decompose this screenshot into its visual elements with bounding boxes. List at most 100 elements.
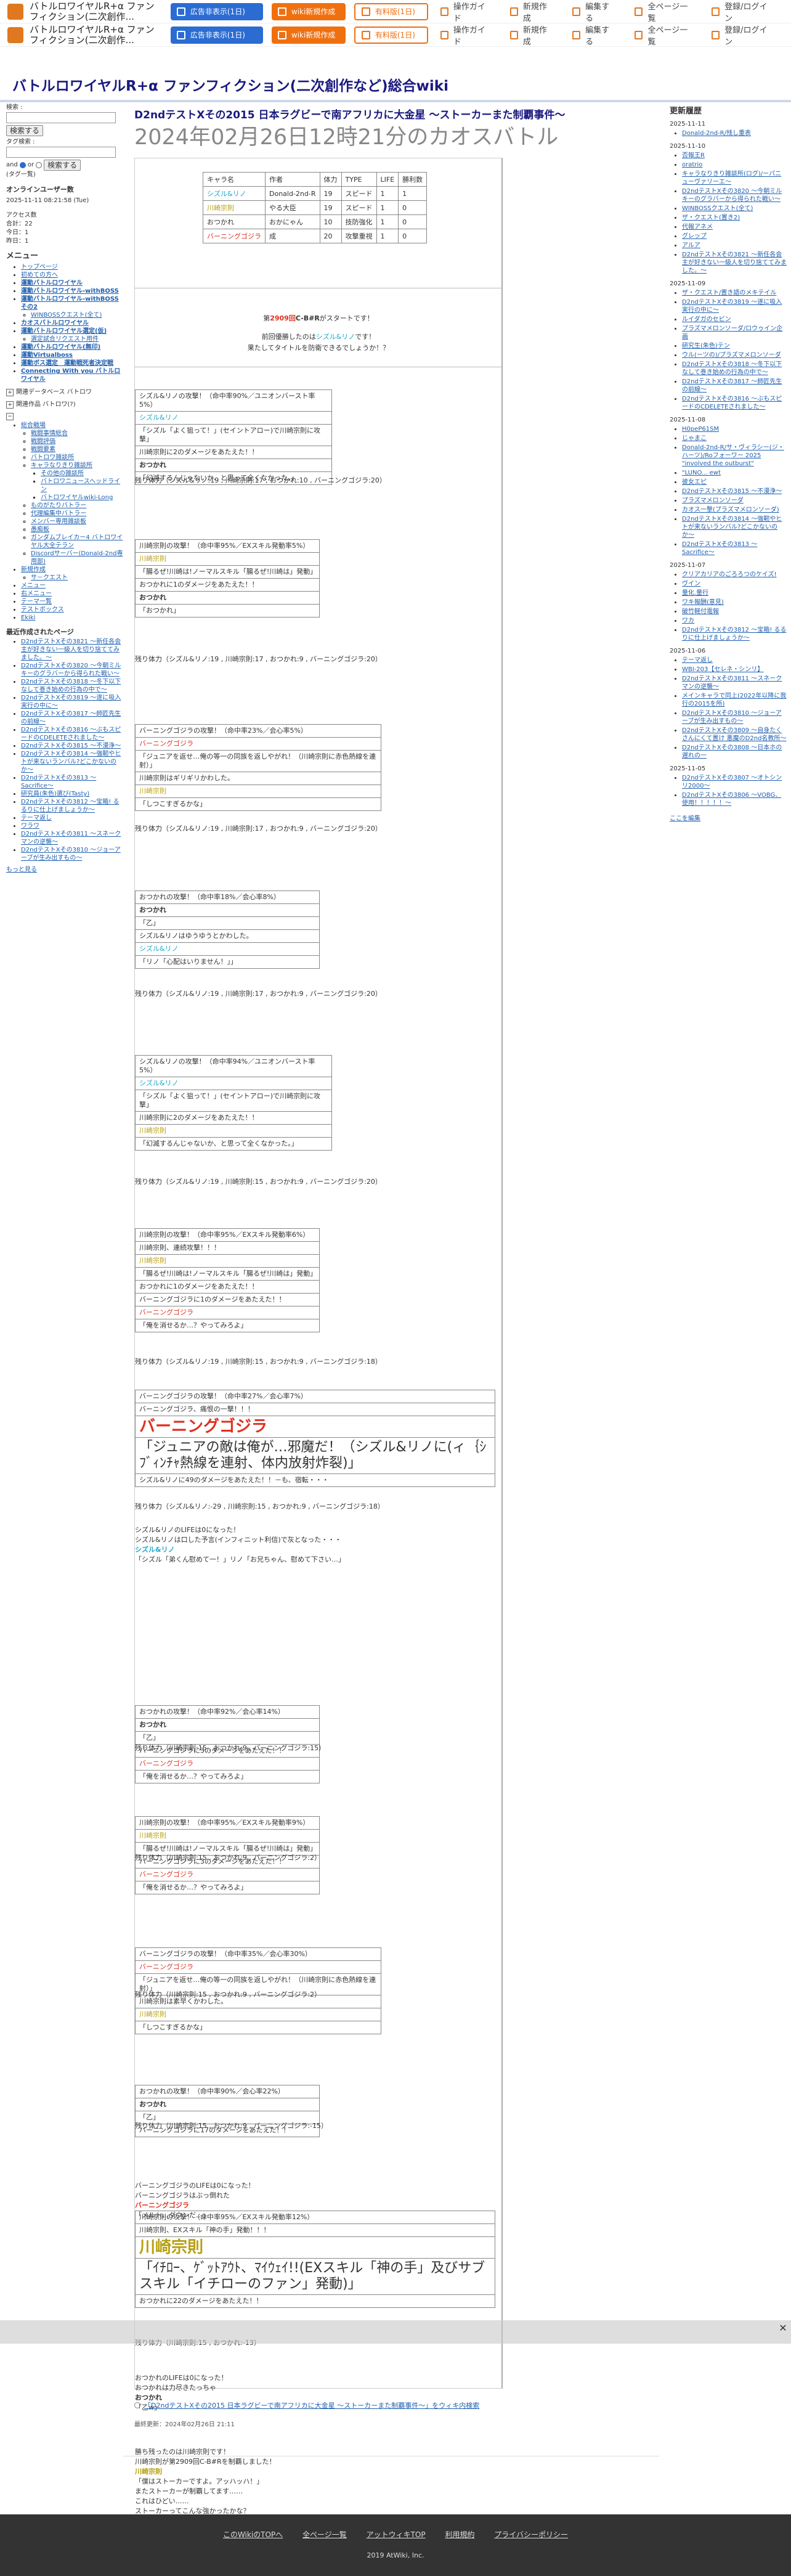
all-pages-link[interactable]: 全ページ一覧 xyxy=(635,23,691,47)
recent-item[interactable]: D2ndテストXその3815 〜不漫浄〜 xyxy=(21,742,123,750)
footer-link[interactable]: このWikiのTOPへ xyxy=(223,2530,283,2539)
guide-link[interactable]: 操作ガイド xyxy=(440,0,489,23)
recent-item[interactable]: D2ndテストXその3821 〜新任各会主が好きない一級人を切り捨ててみました。… xyxy=(21,638,123,662)
menu-item[interactable]: 運動Virtualboss xyxy=(21,351,123,359)
history-item[interactable]: D2ndテストXその3819 〜遂に吸入実行の中に〜 xyxy=(682,298,787,314)
tree-toggle[interactable]: − xyxy=(6,413,123,420)
history-item[interactable]: D2ndテストXその3815 〜不漫浄〜 xyxy=(682,487,787,495)
menu-item[interactable]: 運動ボス選定 運動戦死者決定戦 xyxy=(21,359,123,367)
works-select[interactable]: + 関連作品 バトロワ(?) xyxy=(6,401,123,409)
login-link[interactable]: 登録/ログイン xyxy=(712,0,770,23)
recent-item[interactable]: D2ndテストXその3817 〜師匠先生の前線〜 xyxy=(21,710,123,726)
history-item[interactable]: ヴイン xyxy=(682,580,787,588)
history-item[interactable]: プラズマメロンソーダ xyxy=(682,497,787,505)
login-link[interactable]: 登録/ログイン xyxy=(712,23,770,47)
recent-item[interactable]: ワラワ xyxy=(21,822,123,830)
site-name[interactable]: バトルロワイヤルR+α ファンフィクション(二次創作... xyxy=(30,25,162,46)
history-item[interactable]: ウル(ーツの)/プラズマメロンソーダ xyxy=(682,351,787,359)
tree-item[interactable]: 愚痴板 xyxy=(31,526,123,534)
menu-item[interactable]: 運動バトルロワイヤル-withBOSS xyxy=(21,287,123,295)
and-radio[interactable] xyxy=(19,162,26,168)
history-item[interactable]: カオス一撃(プラズマメロンソーダ) xyxy=(682,506,787,514)
tree-item[interactable]: メンバー専用雑談板 xyxy=(31,518,123,526)
tree-item[interactable]: ものがたりバトラー xyxy=(31,502,123,510)
history-item[interactable]: テーマ返し xyxy=(682,656,787,664)
history-item[interactable]: "LUNO... ewt xyxy=(682,469,787,477)
paid-version-button[interactable]: 有料版(1日) xyxy=(354,26,428,44)
menu-item[interactable]: 選定試合リクエスト用件 xyxy=(31,335,123,343)
ad-hide-button[interactable]: 広告非表示(1日) xyxy=(170,26,263,44)
ad-hide-button[interactable]: 広告非表示(1日) xyxy=(170,2,263,20)
history-item[interactable]: クリアカリアのごろろつのケイズ! xyxy=(682,571,787,579)
history-item[interactable]: Donald-2nd-R/サ・ヴィラシー(ジ・ハーツ)/Roフォーワー 2025… xyxy=(682,444,787,468)
new-page-link[interactable]: 新規作成 xyxy=(509,0,551,23)
tree-item[interactable]: 総合戦場 戦闘事情総合 戦闘評価 戦闘要素 バトロワ雑談所 キャラなりきり雑談所… xyxy=(21,422,123,566)
wiki-create-button[interactable]: wiki新規作成 xyxy=(271,26,346,44)
history-item[interactable]: WBI-203【セレネ・シンリ】 xyxy=(682,666,787,674)
recent-item[interactable]: D2ndテストXその3820 〜今朝ミルキーのグラバーから得られた戦い〜 xyxy=(21,662,123,678)
search-input[interactable] xyxy=(6,112,116,123)
tree-item[interactable]: Ekiki xyxy=(21,614,123,622)
menu-item[interactable]: カオスバトルロワイヤル xyxy=(21,319,123,327)
history-item[interactable]: 代報アネメ xyxy=(682,223,787,231)
paid-version-button[interactable]: 有料版(1日) xyxy=(354,2,428,20)
guide-link[interactable]: 操作ガイド xyxy=(440,23,489,47)
menu-item[interactable]: Connecting With you バトルロワイヤル xyxy=(21,367,123,383)
history-item[interactable]: プラズマメロンソーダ/ロウゥイン企画 xyxy=(682,325,787,341)
tag-search-button[interactable]: 検索する xyxy=(44,160,81,171)
history-item[interactable]: 量化.量行 xyxy=(682,589,787,597)
history-item[interactable]: D2ndテストXその3821 〜新任各会主が好きない一級人を切り捨ててみました。… xyxy=(682,251,787,275)
tree-item[interactable]: ガンダムブレイカー4 バトロワイヤル大全テラン xyxy=(31,534,123,550)
history-item[interactable]: ワカ xyxy=(682,617,787,625)
menu-item[interactable]: WINBOSSクエスト(全て) xyxy=(31,311,123,319)
tree-item[interactable]: バトロワイヤルwiki-Long xyxy=(41,494,123,502)
tree-item[interactable]: テーマ一覧 xyxy=(21,598,123,606)
tree-item[interactable]: バトロワ雑談所 xyxy=(31,454,123,462)
wiki-title[interactable]: バトルロワイヤルR+α ファンフィクション(二次創作など)総合wiki xyxy=(12,74,448,95)
recent-item[interactable]: D2ndテストXその3810 〜ジョーアーブが生み出すもの〜 xyxy=(21,846,123,862)
edit-link[interactable]: 編集する xyxy=(572,0,614,23)
history-item[interactable]: D2ndテストXその3812 〜宝箱! るるりに仕上げましょうか〜 xyxy=(682,626,787,642)
history-item[interactable]: Donald-2nd-R/残し重表 xyxy=(682,129,787,137)
history-item[interactable]: キャラなりきり雑談所(ログ)/ーパニューヴァリーエ〜 xyxy=(682,170,787,186)
history-item[interactable]: D2ndテストXその3807 〜オトシンリ2000〜 xyxy=(682,774,787,790)
menu-item[interactable]: 運動バトルロワイヤル選定(仮) 選定試合リクエスト用件 xyxy=(21,327,123,343)
history-item[interactable]: D2ndテストXその3816 〜ぶもスピードのCDELETEされました〜 xyxy=(682,395,787,411)
recent-item[interactable]: D2ndテストXその3819 〜遂に吸入実行の中に〜 xyxy=(21,694,123,710)
history-item[interactable]: D2ndテストXその3817 〜師匠先生の前線〜 xyxy=(682,378,787,394)
recent-item[interactable]: D2ndテストXその3818 〜冬下以下なして巻き始めの行為の中で〜 xyxy=(21,678,123,694)
recent-item[interactable]: D2ndテストXその3814 〜強靭やヒトが来ないランバル?どこかないのか〜 xyxy=(21,750,123,774)
history-item[interactable]: D2ndテストXその3806 〜VOBG、使用！！！！！〜 xyxy=(682,791,787,807)
history-item[interactable]: 否報王R xyxy=(682,152,787,160)
menu-item[interactable]: 運動バトルロワイヤル(無印) xyxy=(21,343,123,351)
recent-item[interactable]: 研究員(朱色)選び(Tasty) xyxy=(21,790,123,798)
history-item[interactable]: D2ndテストXその3811 〜スネークマンの逆襲〜 xyxy=(682,675,787,691)
footer-link[interactable]: 全ページ一覧 xyxy=(302,2530,347,2539)
tree-item[interactable]: 右メニュー xyxy=(21,590,123,598)
history-item[interactable]: じゃまこ xyxy=(682,434,787,442)
history-item[interactable]: D2ndテストXその3813 〜Sacrifice〜 xyxy=(682,540,787,556)
tree-item[interactable]: サ－クエスト xyxy=(31,574,123,582)
recent-item[interactable]: D2ndテストXその3811 〜スネークマンの逆襲〜 xyxy=(21,830,123,846)
tag-list-link[interactable]: (タグ一覧) xyxy=(6,171,123,179)
tree-item[interactable]: 代理編集中バトラー xyxy=(31,510,123,518)
history-item[interactable]: D2ndテストXその3810 〜ジョーアーブが生み出すもの〜 xyxy=(682,709,787,725)
footer-link[interactable]: アットウィキTOP xyxy=(367,2530,426,2539)
history-item[interactable]: H0peP61SM xyxy=(682,425,787,433)
new-page-link[interactable]: 新規作成 xyxy=(509,23,551,47)
history-item[interactable]: アルア xyxy=(682,242,787,250)
close-icon[interactable]: ✕ xyxy=(777,2323,789,2334)
tree-item[interactable]: Discordサーバー(Donald-2nd専用部) xyxy=(31,550,123,566)
tree-item[interactable]: 新規作成 サ－クエスト xyxy=(21,566,123,582)
recent-more-link[interactable]: もっと見る xyxy=(6,866,37,873)
site-name[interactable]: バトルロワイヤルR+α ファンフィクション(二次創作... xyxy=(30,1,162,22)
tree-item[interactable]: メニュー xyxy=(21,582,123,590)
footer-link[interactable]: プライバシーポリシー xyxy=(494,2530,568,2539)
history-item[interactable]: ザ・クエスト(置き2) xyxy=(682,214,787,222)
all-pages-link[interactable]: 全ページ一覧 xyxy=(635,0,691,23)
recent-item[interactable]: テーマ返し xyxy=(21,814,123,822)
history-item[interactable]: ザ・クエスト/置き語のメキテイル xyxy=(682,289,787,297)
tree-item[interactable]: 戦闘事情総合 xyxy=(31,430,123,438)
wiki-create-button[interactable]: wiki新規作成 xyxy=(271,2,346,20)
tree-item[interactable]: その他の雑談所 xyxy=(41,470,123,478)
